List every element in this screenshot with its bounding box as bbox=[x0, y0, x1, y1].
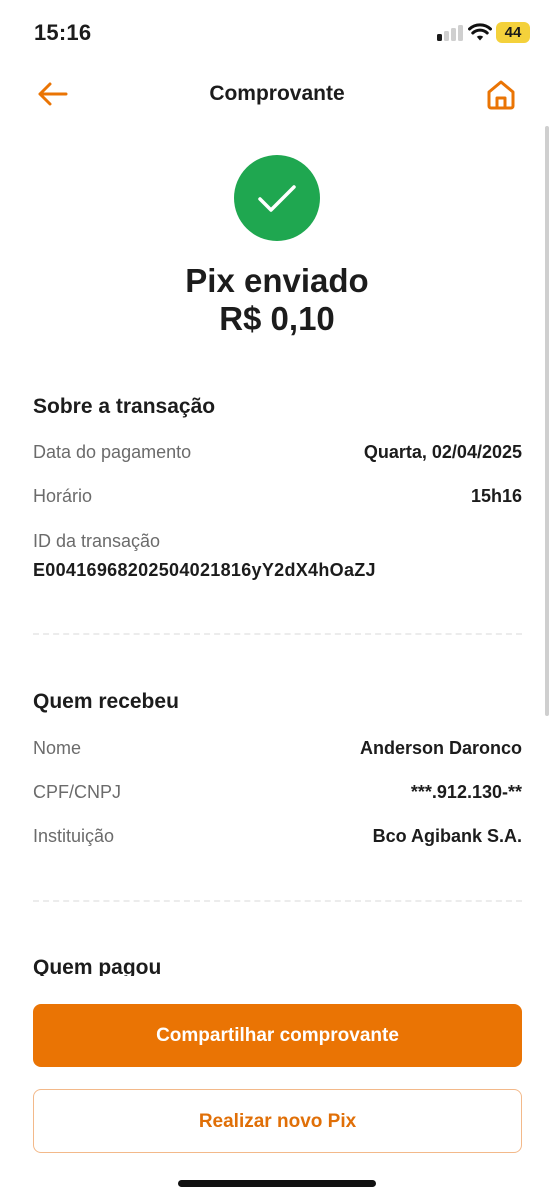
payment-time-value: 15h16 bbox=[470, 486, 522, 506]
receiver-name-value: Anderson Daronco bbox=[359, 738, 522, 758]
battery-indicator: 44 bbox=[496, 22, 530, 43]
transfer-amount: R$ 0,10 bbox=[219, 300, 335, 337]
home-indicator[interactable] bbox=[178, 1180, 376, 1187]
receiver-name-label: Nome bbox=[33, 738, 82, 758]
transaction-section-title: Sobre a transação bbox=[33, 395, 216, 418]
page-title: Comprovante bbox=[209, 82, 345, 105]
share-receipt-button[interactable]: Compartilhar comprovante bbox=[33, 1004, 522, 1067]
payment-date-label: Data do pagamento bbox=[33, 442, 192, 462]
receiver-institution-value: Bco Agibank S.A. bbox=[372, 826, 522, 846]
status-time: 15:16 bbox=[34, 20, 92, 45]
payment-time-label: Horário bbox=[33, 486, 93, 506]
receiver-document-value: ***.912.130-** bbox=[410, 782, 522, 802]
scrollbar[interactable] bbox=[545, 126, 549, 716]
receiver-document-label: CPF/CNPJ bbox=[33, 782, 122, 802]
transaction-id-label: ID da transação bbox=[33, 531, 161, 551]
receiver-institution-label: Instituição bbox=[33, 826, 115, 846]
wifi-icon bbox=[468, 23, 492, 41]
success-title: Pix enviado bbox=[185, 262, 369, 299]
section-divider bbox=[33, 900, 522, 902]
cellular-signal-icon bbox=[437, 25, 463, 41]
new-pix-button[interactable]: Realizar novo Pix bbox=[33, 1089, 522, 1153]
status-bar: 15:16 44 bbox=[0, 0, 554, 66]
receipt-screen: 15:16 44 Comprovante Pix enviado R$ 0,10… bbox=[0, 0, 554, 1199]
transaction-id-value: E00416968202504021816yY2dX4hOaZJ bbox=[33, 560, 376, 580]
home-button[interactable] bbox=[480, 74, 522, 116]
section-divider bbox=[33, 633, 522, 635]
success-badge bbox=[234, 155, 320, 241]
receiver-section-title: Quem recebeu bbox=[33, 690, 179, 713]
home-icon bbox=[487, 80, 515, 110]
top-navigation: Comprovante bbox=[0, 66, 554, 124]
payment-date-value: Quarta, 02/04/2025 bbox=[363, 442, 522, 462]
checkmark-icon bbox=[258, 185, 296, 212]
